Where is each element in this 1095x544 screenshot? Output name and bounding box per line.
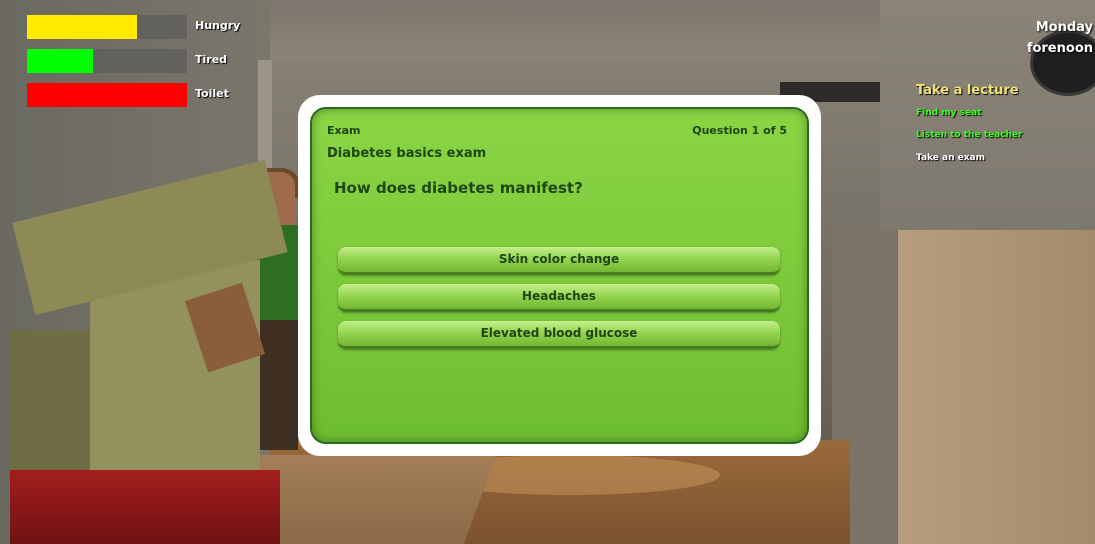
daytime-label: forenoon <box>1026 41 1093 56</box>
exam-kind-label: Exam <box>327 124 361 137</box>
need-label: Tired <box>195 53 228 66</box>
answer-button[interactable]: Headaches <box>338 284 780 312</box>
need-bar-fill <box>27 15 137 39</box>
red-chair <box>10 470 280 544</box>
exam-title: Diabetes basics exam <box>327 146 487 161</box>
need-bar-fill <box>27 83 187 107</box>
door <box>898 230 1095 544</box>
quest-task: Find my seat <box>916 108 982 118</box>
answer-button[interactable]: Skin color change <box>338 247 780 275</box>
quest-task: Listen to the teacher <box>916 130 1023 140</box>
need-label: Hungry <box>195 19 241 32</box>
question-text: How does diabetes manifest? <box>334 179 583 197</box>
need-label: Toilet <box>195 87 229 100</box>
exam-dialog: Exam Question 1 of 5 Diabetes basics exa… <box>298 95 821 456</box>
answer-button[interactable]: Elevated blood glucose <box>338 321 780 349</box>
quest-title: Take a lecture <box>916 83 1019 98</box>
day-label: Monday <box>1035 20 1093 35</box>
question-counter: Question 1 of 5 <box>692 124 787 137</box>
quest-task: Take an exam <box>916 153 986 163</box>
need-bar-fill <box>27 49 93 73</box>
exam-panel: Exam Question 1 of 5 Diabetes basics exa… <box>310 107 809 444</box>
